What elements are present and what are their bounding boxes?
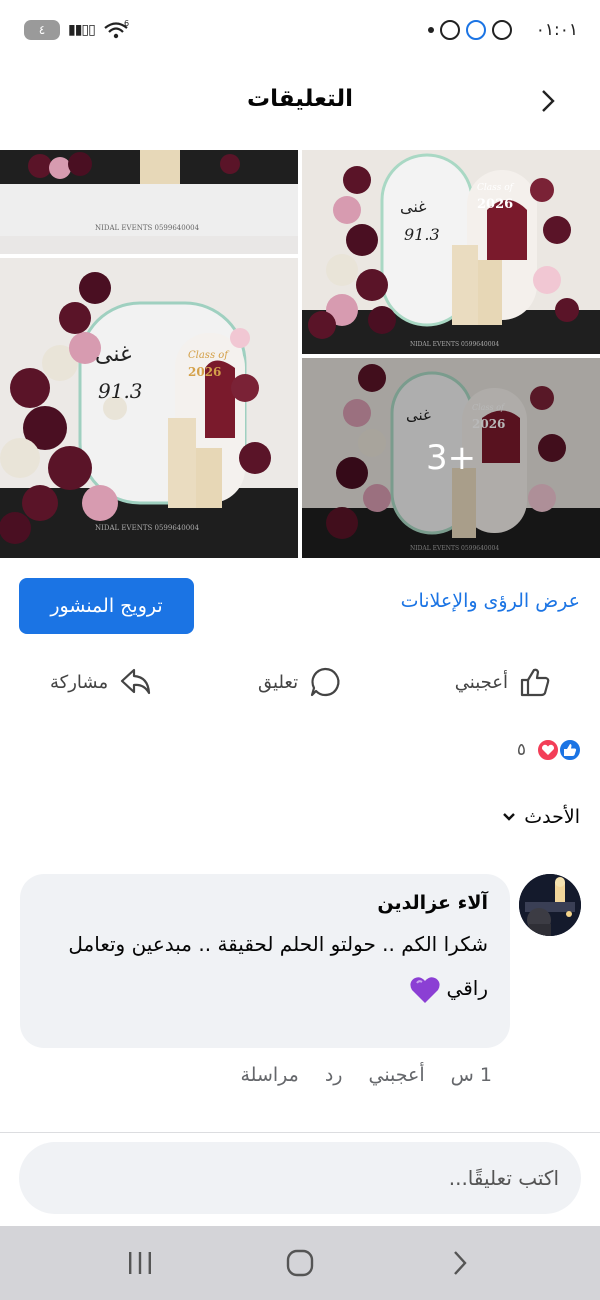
love-reaction-icon <box>536 738 560 762</box>
post-photo-3[interactable]: غنى 91.3 Class of 2026 NIDAL EVENTS 0599… <box>302 150 600 354</box>
system-nav-bar <box>0 1226 600 1300</box>
comment-meta: 1 س أعجبني رد مراسلة <box>241 1064 493 1086</box>
svg-text:6: 6 <box>124 20 129 28</box>
chevron-right-icon <box>542 90 555 112</box>
share-arrow-icon <box>121 668 151 695</box>
commenter-avatar[interactable] <box>519 874 581 936</box>
composer-divider <box>0 1132 600 1133</box>
like-button[interactable]: أعجبني <box>455 660 552 704</box>
photo-1-image: NIDAL EVENTS 0599640004 <box>0 150 298 254</box>
post-action-bar: أعجبني تعليق مشاركة <box>0 660 600 704</box>
wifi-icon: 6 <box>104 20 129 39</box>
comment-text-container: شكرا الكم .. حولتو الحلم لحقيقة .. مبدعي… <box>42 922 488 1010</box>
svg-text:Class of: Class of <box>477 183 515 193</box>
svg-text:2026: 2026 <box>477 197 513 212</box>
battery-level: ٤ <box>38 23 46 37</box>
svg-text:غنى: غنى <box>95 342 131 367</box>
recent-apps-button[interactable] <box>120 1243 160 1283</box>
comment-button-label: تعليق <box>258 671 299 693</box>
messenger-icon <box>440 20 460 40</box>
status-bar: ٤ ▮▮▯▯ 6 ٠١:٠١ <box>0 0 600 62</box>
comment-message-button[interactable]: مراسلة <box>241 1064 299 1086</box>
post-photo-grid: NIDAL EVENTS 0599640004 غنى 91.3 Class o… <box>0 150 600 558</box>
status-time: ٠١:٠١ <box>535 20 578 40</box>
chevron-down-icon <box>503 813 516 821</box>
svg-text:NIDAL EVENTS 0599640004: NIDAL EVENTS 0599640004 <box>410 341 499 348</box>
home-icon <box>286 1249 314 1277</box>
share-button[interactable]: مشاركة <box>50 660 152 704</box>
comment-like-button[interactable]: أعجبني <box>368 1064 424 1086</box>
comment-input[interactable] <box>19 1142 581 1214</box>
battery-icon: ٤ <box>24 20 60 40</box>
purple-heart-icon <box>409 976 440 1003</box>
comment-author[interactable]: آلاء عزالدين <box>42 892 488 914</box>
back-button[interactable] <box>536 86 560 116</box>
photo-3-image: غنى 91.3 Class of 2026 NIDAL EVENTS 0599… <box>302 150 600 354</box>
system-status-icons: ٤ ▮▮▯▯ 6 <box>24 20 129 40</box>
svg-text:91.3: 91.3 <box>98 379 143 403</box>
page-title: التعليقات <box>247 86 353 112</box>
recent-apps-icon <box>129 1252 151 1274</box>
back-arrow-icon <box>454 1251 467 1275</box>
like-reaction-icon <box>558 738 582 762</box>
whatsapp-icon <box>492 20 512 40</box>
svg-text:Class of: Class of <box>188 350 230 361</box>
comment-bubble[interactable]: آلاء عزالدين شكرا الكم .. حولتو الحلم لح… <box>20 874 510 1048</box>
svg-text:2026: 2026 <box>188 365 221 379</box>
svg-text:NIDAL EVENTS 0599640004: NIDAL EVENTS 0599640004 <box>95 524 200 532</box>
thumbs-up-icon <box>520 668 550 697</box>
post-photo-1[interactable]: NIDAL EVENTS 0599640004 <box>0 150 298 254</box>
svg-text:غنى: غنى <box>400 197 427 216</box>
comment-sort-dropdown[interactable]: الأحدث <box>502 806 580 828</box>
back-nav-button[interactable] <box>440 1243 480 1283</box>
photo-2-image: غنى 91.3 Class of 2026 NIDAL EVENTS 0599… <box>0 258 298 558</box>
speech-bubble-icon <box>311 667 340 697</box>
notification-dot-icon <box>428 27 434 33</box>
signal-icon: ▮▮▯▯ <box>68 22 96 38</box>
comment-time: 1 س <box>450 1064 492 1086</box>
svg-text:NIDAL EVENTS 0599640004: NIDAL EVENTS 0599640004 <box>95 224 200 232</box>
post-photo-2[interactable]: غنى 91.3 Class of 2026 NIDAL EVENTS 0599… <box>0 258 298 558</box>
post-photo-4[interactable]: غنى Class of 2026 NIDAL EVENTS 059964000… <box>302 358 600 558</box>
comment-button[interactable]: تعليق <box>258 660 342 704</box>
more-photos-overlay[interactable]: 3+ <box>302 358 600 558</box>
svg-text:91.3: 91.3 <box>404 225 440 244</box>
reaction-summary[interactable]: ٥ <box>517 738 582 762</box>
notification-icons <box>428 20 512 40</box>
more-photos-count: 3+ <box>425 438 477 478</box>
share-button-label: مشاركة <box>50 671 109 693</box>
promote-post-button[interactable]: ترويج المنشور <box>19 578 194 634</box>
page-header: التعليقات <box>0 62 600 142</box>
like-button-label: أعجبني <box>454 671 508 693</box>
avatar-image <box>519 874 581 936</box>
sort-label: الأحدث <box>524 806 580 828</box>
comment-reply-button[interactable]: رد <box>325 1064 343 1086</box>
app-notification-icon <box>466 20 486 40</box>
reaction-count: ٥ <box>516 740 526 760</box>
view-insights-link[interactable]: عرض الرؤى والإعلانات <box>401 590 580 612</box>
home-button[interactable] <box>280 1243 320 1283</box>
